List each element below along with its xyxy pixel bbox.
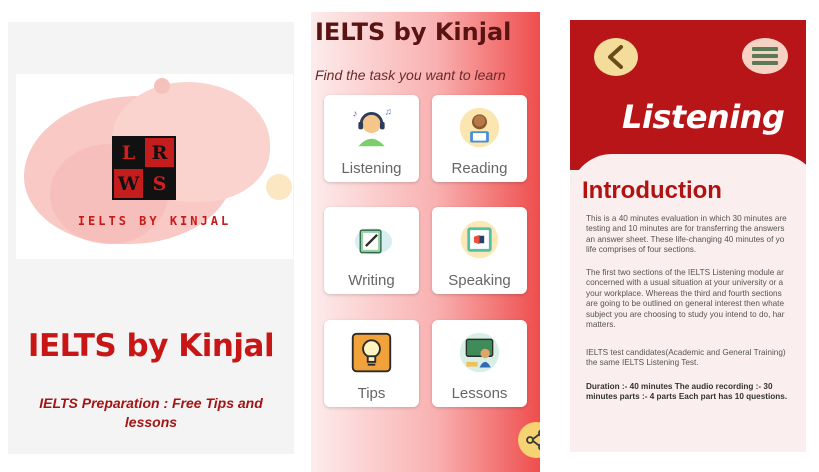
paragraph-1: This is a 40 minutes evaluation in which… xyxy=(586,214,787,255)
logo-tile: R xyxy=(145,138,174,167)
card-lessons[interactable]: Lessons xyxy=(432,320,527,407)
card-label: Speaking xyxy=(448,272,511,289)
app-subtitle: IELTS Preparation : Free Tips and lesson… xyxy=(39,395,263,430)
logo-tile: L xyxy=(114,138,143,167)
menu-prompt: Find the task you want to learn xyxy=(315,67,506,83)
menu-header: IELTS by Kinjal xyxy=(315,18,512,46)
megaphone-icon xyxy=(460,220,499,259)
card-reading[interactable]: Reading xyxy=(432,95,527,182)
lightbulb-icon xyxy=(351,332,392,373)
card-tips[interactable]: Tips xyxy=(324,320,419,407)
card-label: Writing xyxy=(348,272,395,289)
paragraph-2: The first two sections of the IELTS List… xyxy=(586,268,785,330)
back-button[interactable] xyxy=(594,38,638,76)
menu-button[interactable] xyxy=(742,38,788,74)
share-button[interactable] xyxy=(518,422,540,458)
writing-pad-icon xyxy=(354,228,393,255)
card-listening[interactable]: ♪ ♫ Listening xyxy=(324,95,419,182)
lrws-logo: L R W S xyxy=(112,136,176,200)
card-writing[interactable]: Writing xyxy=(324,207,419,294)
logo-card: L R W S IELTS BY KINJAL xyxy=(16,74,293,259)
headphones-person-icon: ♪ ♫ xyxy=(353,106,392,147)
card-label: Listening xyxy=(341,160,402,177)
menu-screen: IELTS by Kinjal Find the task you want t… xyxy=(311,12,540,472)
listening-screen: Listening Introduction This is a 40 minu… xyxy=(570,20,806,452)
listening-heading: Listening xyxy=(622,98,785,136)
share-icon xyxy=(526,429,540,451)
svg-text:♫: ♫ xyxy=(385,106,392,116)
teacher-board-icon xyxy=(459,332,500,373)
card-label: Lessons xyxy=(451,385,508,402)
logo-dot xyxy=(154,78,170,94)
paragraph-4: Duration :- 40 minutes The audio recordi… xyxy=(586,382,788,402)
chevron-left-icon xyxy=(608,45,623,69)
card-label: Reading xyxy=(451,160,508,177)
splash-screen: L R W S IELTS BY KINJAL IELTS by Kinjal … xyxy=(8,22,294,454)
card-label: Tips xyxy=(357,385,386,402)
svg-text:♪: ♪ xyxy=(353,108,358,118)
paragraph-3: IELTS test candidates(Academic and Gener… xyxy=(586,348,786,368)
card-speaking[interactable]: Speaking xyxy=(432,207,527,294)
section-title: Introduction xyxy=(582,177,722,204)
app-title: IELTS by Kinjal xyxy=(27,328,275,364)
logo-tile: S xyxy=(145,169,174,198)
logo-tile: W xyxy=(114,169,143,198)
reading-person-icon xyxy=(459,107,500,148)
hamburger-menu-icon xyxy=(752,47,778,65)
logo-dot xyxy=(266,174,292,200)
logo-text: IELTS BY KINJAL xyxy=(77,214,232,228)
